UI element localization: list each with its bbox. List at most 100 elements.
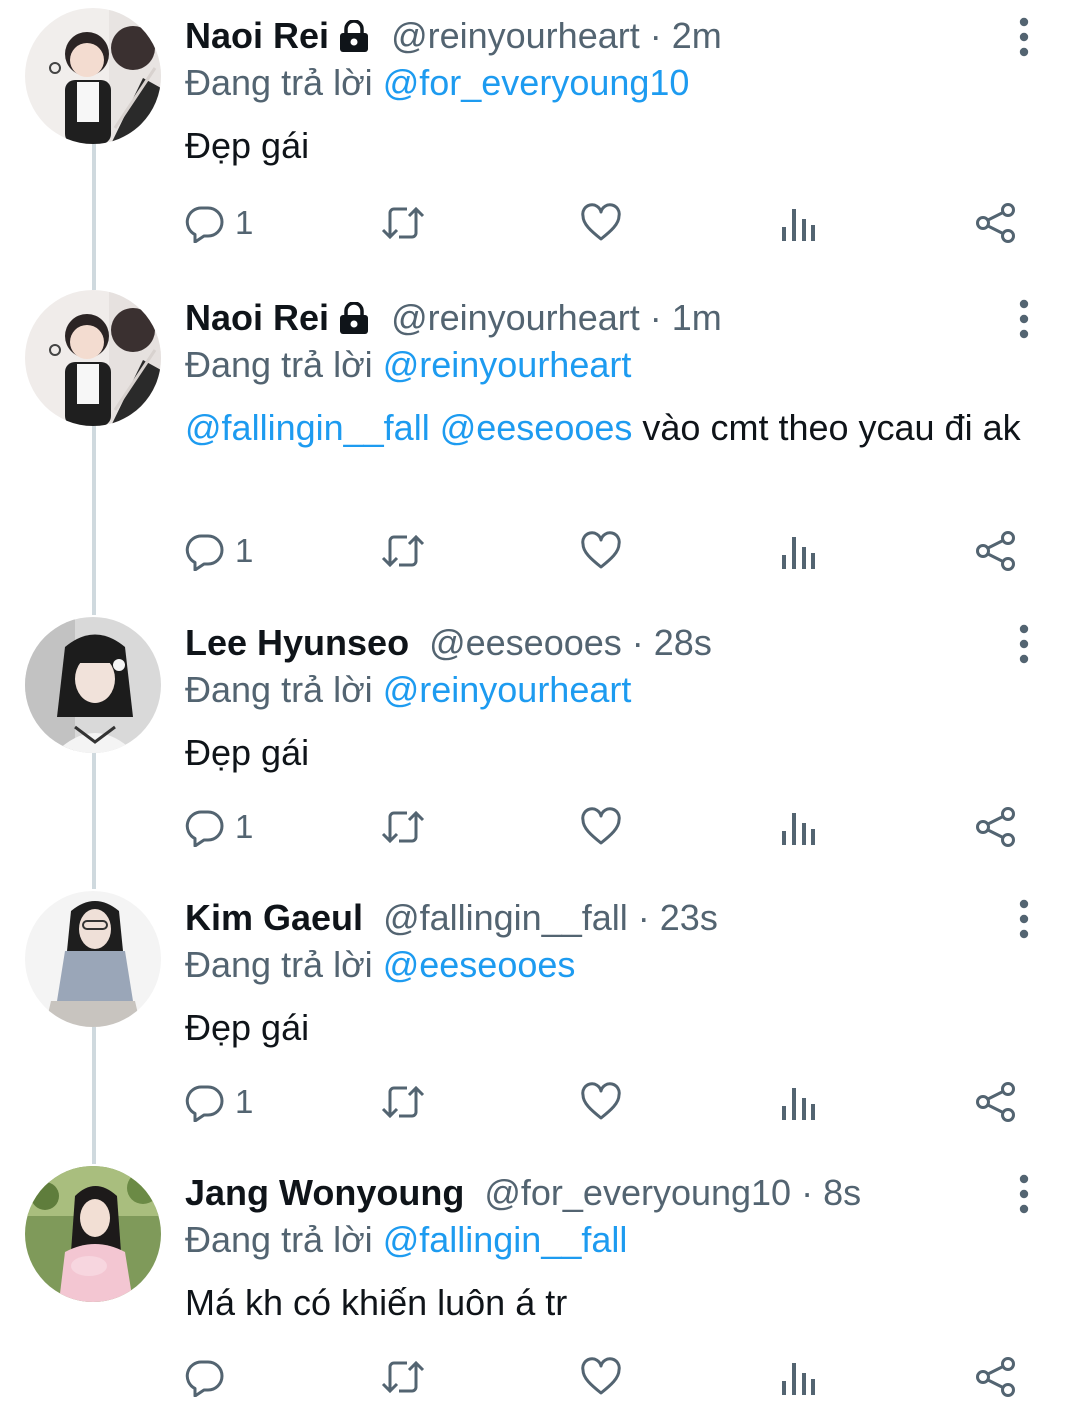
views-button[interactable]: [780, 198, 816, 248]
user-handle[interactable]: @reinyourheart: [391, 15, 640, 56]
replying-to-mention[interactable]: @for_everyoung10: [383, 62, 690, 103]
reply-count: 1: [235, 532, 254, 569]
display-name[interactable]: Kim Gaeul: [185, 897, 363, 938]
display-name[interactable]: Naoi Rei: [185, 15, 329, 56]
tweet-body-text: vào cmt theo ycau đi ak: [642, 407, 1021, 448]
tweet[interactable]: Kim Gaeul @fallingin__fall · 23s Đang tr…: [0, 882, 1080, 1157]
reply-icon: [185, 1357, 225, 1397]
heart-icon: [580, 1357, 622, 1397]
user-handle[interactable]: @reinyourheart: [391, 297, 640, 338]
avatar[interactable]: [25, 1166, 161, 1302]
reply-count: 1: [235, 808, 254, 845]
analytics-icon: [780, 1082, 816, 1122]
reply-icon: [185, 531, 225, 571]
more-vertical-icon[interactable]: [1012, 299, 1036, 339]
timestamp[interactable]: · 1m: [650, 297, 722, 338]
tweet-text: Đẹp gái: [185, 125, 310, 166]
replying-to-mention[interactable]: @reinyourheart: [383, 344, 632, 385]
views-button[interactable]: [780, 802, 816, 852]
share-button[interactable]: [975, 802, 1017, 852]
share-icon: [975, 806, 1017, 848]
like-button[interactable]: [580, 198, 622, 248]
share-button[interactable]: [975, 526, 1017, 576]
display-name[interactable]: Naoi Rei: [185, 297, 329, 338]
retweet-button[interactable]: [381, 198, 425, 248]
replying-to-mention[interactable]: @fallingin__fall: [383, 1219, 628, 1260]
reply-button[interactable]: 1: [185, 198, 253, 248]
replying-to: Đang trả lời @reinyourheart: [185, 343, 631, 387]
replying-to-mention[interactable]: @reinyourheart: [383, 669, 632, 710]
user-handle[interactable]: @for_everyoung10: [484, 1172, 791, 1213]
replying-to: Đang trả lời @fallingin__fall: [185, 1218, 627, 1262]
tweet[interactable]: Naoi Rei @reinyourheart · 2m Đang trả lờ…: [0, 0, 1080, 282]
views-button[interactable]: [780, 1352, 816, 1402]
replying-to-mention[interactable]: @eeseooes: [383, 944, 576, 985]
retweet-icon: [381, 531, 425, 571]
tweet-header: Kim Gaeul @fallingin__fall · 23s: [185, 896, 1000, 940]
replying-to: Đang trả lời @eeseooes: [185, 943, 575, 987]
retweet-icon: [381, 1082, 425, 1122]
tweet-actions: 1: [185, 198, 1020, 248]
retweet-button[interactable]: [381, 1352, 425, 1402]
like-button[interactable]: [580, 1077, 622, 1127]
views-button[interactable]: [780, 526, 816, 576]
more-vertical-icon[interactable]: [1012, 624, 1036, 664]
tweet-actions: [185, 1352, 1020, 1402]
body-mention[interactable]: @eeseooes: [440, 407, 633, 448]
tweet[interactable]: Lee Hyunseo @eeseooes · 28s Đang trả lời…: [0, 607, 1080, 882]
more-vertical-icon[interactable]: [1012, 1174, 1036, 1214]
avatar[interactable]: [25, 8, 161, 144]
user-handle[interactable]: @eeseooes: [429, 622, 622, 663]
more-vertical-icon[interactable]: [1012, 17, 1036, 57]
replying-prefix: Đang trả lời: [185, 669, 373, 710]
tweet[interactable]: Naoi Rei @reinyourheart · 1m Đang trả lờ…: [0, 282, 1080, 607]
retweet-icon: [381, 203, 425, 243]
tweet[interactable]: Jang Wonyoung @for_everyoung10 · 8s Đang…: [0, 1157, 1080, 1412]
display-name[interactable]: Lee Hyunseo: [185, 622, 409, 663]
like-button[interactable]: [580, 526, 622, 576]
avatar[interactable]: [25, 290, 161, 426]
share-button[interactable]: [975, 1352, 1017, 1402]
tweet-actions: 1: [185, 1077, 1020, 1127]
tweet-text: @fallingin__fall @eeseooes vào cmt theo …: [185, 406, 1030, 450]
share-button[interactable]: [975, 198, 1017, 248]
user-handle[interactable]: @fallingin__fall: [383, 897, 628, 938]
replying-prefix: Đang trả lời: [185, 62, 373, 103]
reply-count: 1: [235, 204, 254, 241]
replying-prefix: Đang trả lời: [185, 944, 373, 985]
avatar[interactable]: [25, 617, 161, 753]
retweet-button[interactable]: [381, 526, 425, 576]
avatar[interactable]: [25, 891, 161, 1027]
timestamp[interactable]: · 8s: [801, 1172, 861, 1213]
share-button[interactable]: [975, 1077, 1017, 1127]
heart-icon: [580, 1082, 622, 1122]
timestamp[interactable]: · 23s: [638, 897, 718, 938]
reply-button[interactable]: 1: [185, 1077, 253, 1127]
reply-icon: [185, 203, 225, 243]
reply-button[interactable]: 1: [185, 802, 253, 852]
reply-button[interactable]: [185, 1352, 235, 1402]
like-button[interactable]: [580, 802, 622, 852]
replying-to: Đang trả lời @reinyourheart: [185, 668, 631, 712]
like-button[interactable]: [580, 1352, 622, 1402]
views-button[interactable]: [780, 1077, 816, 1127]
analytics-icon: [780, 807, 816, 847]
tweet-text: Má kh có khiến luôn á tr: [185, 1282, 568, 1323]
heart-icon: [580, 807, 622, 847]
tweet-actions: 1: [185, 802, 1020, 852]
timestamp[interactable]: · 2m: [650, 15, 722, 56]
share-icon: [975, 1081, 1017, 1123]
display-name[interactable]: Jang Wonyoung: [185, 1172, 464, 1213]
reply-button[interactable]: 1: [185, 526, 253, 576]
body-mention[interactable]: @fallingin__fall: [185, 407, 430, 448]
replying-to: Đang trả lời @for_everyoung10: [185, 61, 689, 105]
analytics-icon: [780, 1357, 816, 1397]
analytics-icon: [780, 531, 816, 571]
timestamp[interactable]: · 28s: [632, 622, 712, 663]
lock-icon: [337, 18, 371, 62]
tweet-header: Jang Wonyoung @for_everyoung10 · 8s: [185, 1171, 1000, 1215]
more-vertical-icon[interactable]: [1012, 899, 1036, 939]
retweet-button[interactable]: [381, 802, 425, 852]
retweet-button[interactable]: [381, 1077, 425, 1127]
share-icon: [975, 1356, 1017, 1398]
